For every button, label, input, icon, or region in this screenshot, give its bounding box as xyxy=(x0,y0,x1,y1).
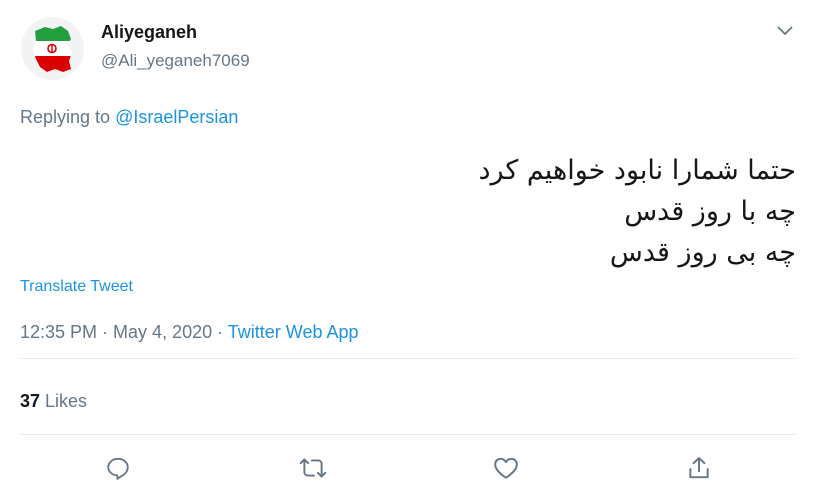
likes-count: 37 xyxy=(20,391,41,411)
retweet-icon xyxy=(299,458,327,478)
more-options-button[interactable] xyxy=(772,20,798,42)
reply-mention-link[interactable]: @IsraelPersian xyxy=(115,107,238,127)
tweet-line: حتما شمارا نابود خواهیم کرد xyxy=(478,155,796,186)
like-icon xyxy=(494,457,518,479)
tweet-line: چه بی روز قدس xyxy=(609,237,796,268)
iran-map-flag-icon xyxy=(33,26,72,72)
meta-separator: · xyxy=(97,322,114,342)
likes-label: Likes xyxy=(40,391,88,411)
retweet-button[interactable] xyxy=(297,452,329,484)
divider xyxy=(20,358,796,359)
chevron-down-icon xyxy=(777,26,793,35)
replying-to: Replying to @IsraelPersian xyxy=(20,107,238,128)
divider xyxy=(20,434,796,435)
likes-stat[interactable]: 37 Likes xyxy=(20,391,87,412)
share-button[interactable] xyxy=(683,452,715,484)
reply-icon xyxy=(107,457,129,480)
user-handle[interactable]: @Ali_yeganeh7069 xyxy=(101,51,250,71)
display-name[interactable]: Aliyeganeh xyxy=(101,22,197,43)
tweet-meta: 12:35 PM · May 4, 2020 · Twitter Web App xyxy=(20,322,359,343)
tweet-time[interactable]: 12:35 PM xyxy=(20,322,97,342)
avatar[interactable] xyxy=(21,17,84,80)
share-icon xyxy=(689,457,709,479)
meta-separator: · xyxy=(212,322,228,342)
tweet-source-link[interactable]: Twitter Web App xyxy=(228,322,359,342)
like-button[interactable] xyxy=(490,452,522,484)
tweet-text: حتما شمارا نابود خواهیم کرد چه با روز قد… xyxy=(196,150,796,273)
translate-tweet-link[interactable]: Translate Tweet xyxy=(20,278,133,296)
tweet-line: چه با روز قدس xyxy=(624,196,796,227)
reply-button[interactable] xyxy=(102,452,134,484)
replying-prefix: Replying to xyxy=(20,107,116,127)
tweet-date[interactable]: May 4, 2020 xyxy=(113,322,212,342)
